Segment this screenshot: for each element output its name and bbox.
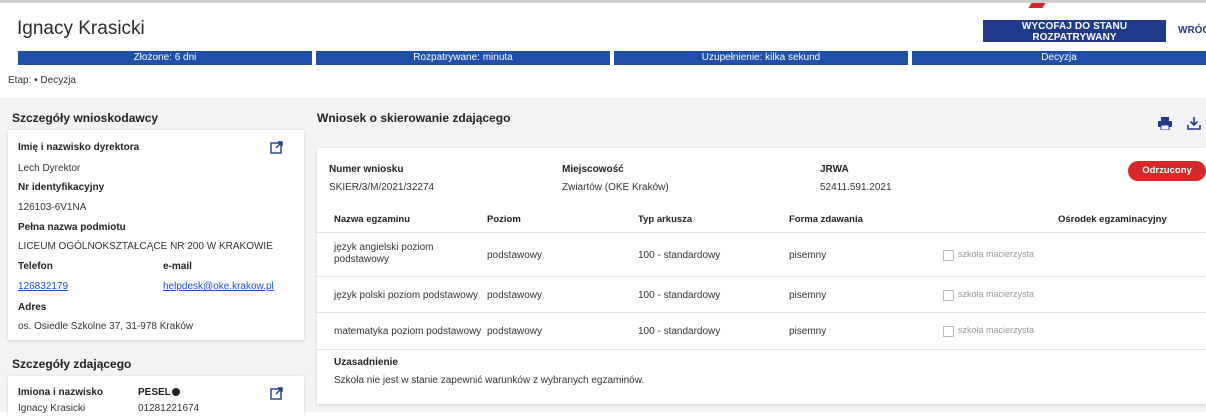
email-label: e-mail: [163, 261, 192, 272]
candidate-name-value: Ignacy Krasicki: [18, 403, 86, 414]
table-row: matematyka poziom podstawowy podstawowy …: [317, 312, 1206, 350]
exam-type: 100 - standardowy: [638, 250, 721, 261]
download-icon[interactable]: [1187, 116, 1201, 130]
justification-value: Szkoła nie jest w stanie zapewnić warunk…: [334, 375, 645, 386]
pesel-label-text: PESEL: [138, 387, 171, 398]
top-bar: Ignacy Krasicki WYCOFAJ DO STANU ROZPATR…: [0, 0, 1206, 104]
pesel-label: PESEL: [138, 387, 180, 398]
address-label: Adres: [18, 302, 47, 313]
exam-name: język polski poziom podstawowy: [334, 290, 478, 301]
phone-link[interactable]: 126832179: [18, 281, 68, 292]
entity-label: Pełna nazwa podmiotu: [18, 222, 126, 233]
info-icon[interactable]: [171, 388, 180, 397]
home-school-label: szkoła macierzysta: [958, 325, 1035, 335]
table-row: język polski poziom podstawowy podstawow…: [317, 276, 1206, 313]
exam-name: język angielski poziom podstawowy: [334, 242, 434, 265]
applicant-card: Imię i nazwisko dyrektora Lech Dyrektor …: [8, 130, 304, 340]
print-icon[interactable]: [1158, 117, 1172, 130]
entity-value: LICEUM OGÓLNOKSZTAŁCĄCE NR 200 W KRAKOWI…: [18, 241, 273, 252]
city-label: Miejscowość: [562, 164, 624, 175]
id-value: 126103-6V1NA: [18, 202, 87, 213]
open-external-icon[interactable]: [270, 141, 283, 154]
home-school-label: szkoła macierzysta: [958, 249, 1035, 259]
col-center: Ośrodek egzaminacyjny: [1058, 214, 1167, 225]
email-link[interactable]: helpdesk@oke.krakow.pl: [163, 281, 274, 292]
id-label: Nr identyfikacyjny: [18, 182, 105, 193]
red-marker: [1028, 3, 1046, 8]
table-row: język angielski poziom podstawowy podsta…: [317, 232, 1206, 277]
number-label: Numer wniosku: [329, 164, 404, 175]
number-value: SKIER/3/M/2021/32274: [329, 182, 435, 193]
stage-progress: Złożone: 6 dni Rozpatrywane: minuta Uzup…: [18, 51, 1206, 65]
status-badge: Odrzucony: [1128, 161, 1206, 181]
exam-level: podstawowy: [487, 290, 543, 301]
application-title: Wniosek o skierowanie zdającego: [317, 111, 511, 125]
phone-label: Telefon: [18, 261, 53, 272]
exam-form: pisemny: [789, 250, 827, 261]
exam-type: 100 - standardowy: [638, 290, 721, 301]
col-exam-name: Nazwa egzaminu: [334, 214, 411, 225]
col-form: Forma zdawania: [789, 214, 863, 225]
home-school-checkbox[interactable]: [943, 290, 954, 301]
open-external-icon[interactable]: [270, 387, 283, 400]
home-school-label: szkoła macierzysta: [958, 289, 1035, 299]
director-value: Lech Dyrektor: [18, 163, 81, 174]
stage-reviewing: Rozpatrywane: minuta: [316, 51, 610, 65]
exam-type: 100 - standardowy: [638, 326, 721, 337]
exam-form: pisemny: [789, 326, 827, 337]
home-school-checkbox[interactable]: [943, 250, 954, 261]
col-sheet-type: Typ arkusza: [638, 214, 693, 225]
withdraw-button[interactable]: WYCOFAJ DO STANU ROZPATRYWANY: [983, 20, 1166, 43]
jrwa-label: JRWA: [820, 164, 849, 175]
exam-level: podstawowy: [487, 326, 543, 337]
address-value: os. Osiedle Szkolne 37, 31-978 Kraków: [18, 321, 194, 332]
director-label: Imię i nazwisko dyrektora: [18, 142, 140, 153]
stage-decision: Decyzja: [912, 51, 1206, 65]
exam-level: podstawowy: [487, 250, 543, 261]
home-school-checkbox[interactable]: [943, 326, 954, 337]
exam-form: pisemny: [789, 290, 827, 301]
jrwa-value: 52411.591.2021: [820, 182, 892, 193]
stage-indicator: Etap: • Decyzja: [8, 75, 76, 86]
applicant-section-title: Szczegóły wnioskodawcy: [12, 111, 159, 125]
back-button[interactable]: WRÓĆ: [1178, 20, 1206, 42]
candidate-section-title: Szczegóły zdającego: [12, 357, 132, 371]
stage-submitted: Złożone: 6 dni: [18, 51, 312, 65]
candidate-name-label: Imiona i nazwisko: [18, 387, 104, 398]
pesel-value: 01281221674: [138, 403, 200, 414]
stage-supplement: Uzupełnienie: kilka sekund: [614, 51, 908, 65]
col-level: Poziom: [487, 214, 521, 225]
city-value: Zwiartów (OKE Kraków): [562, 182, 669, 193]
exam-name: matematyka poziom podstawowy: [334, 326, 482, 337]
candidate-card: Imiona i nazwisko PESEL Ignacy Krasicki …: [8, 376, 304, 416]
justification-label: Uzasadnienie: [334, 357, 398, 368]
page-title: Ignacy Krasicki: [17, 18, 145, 39]
